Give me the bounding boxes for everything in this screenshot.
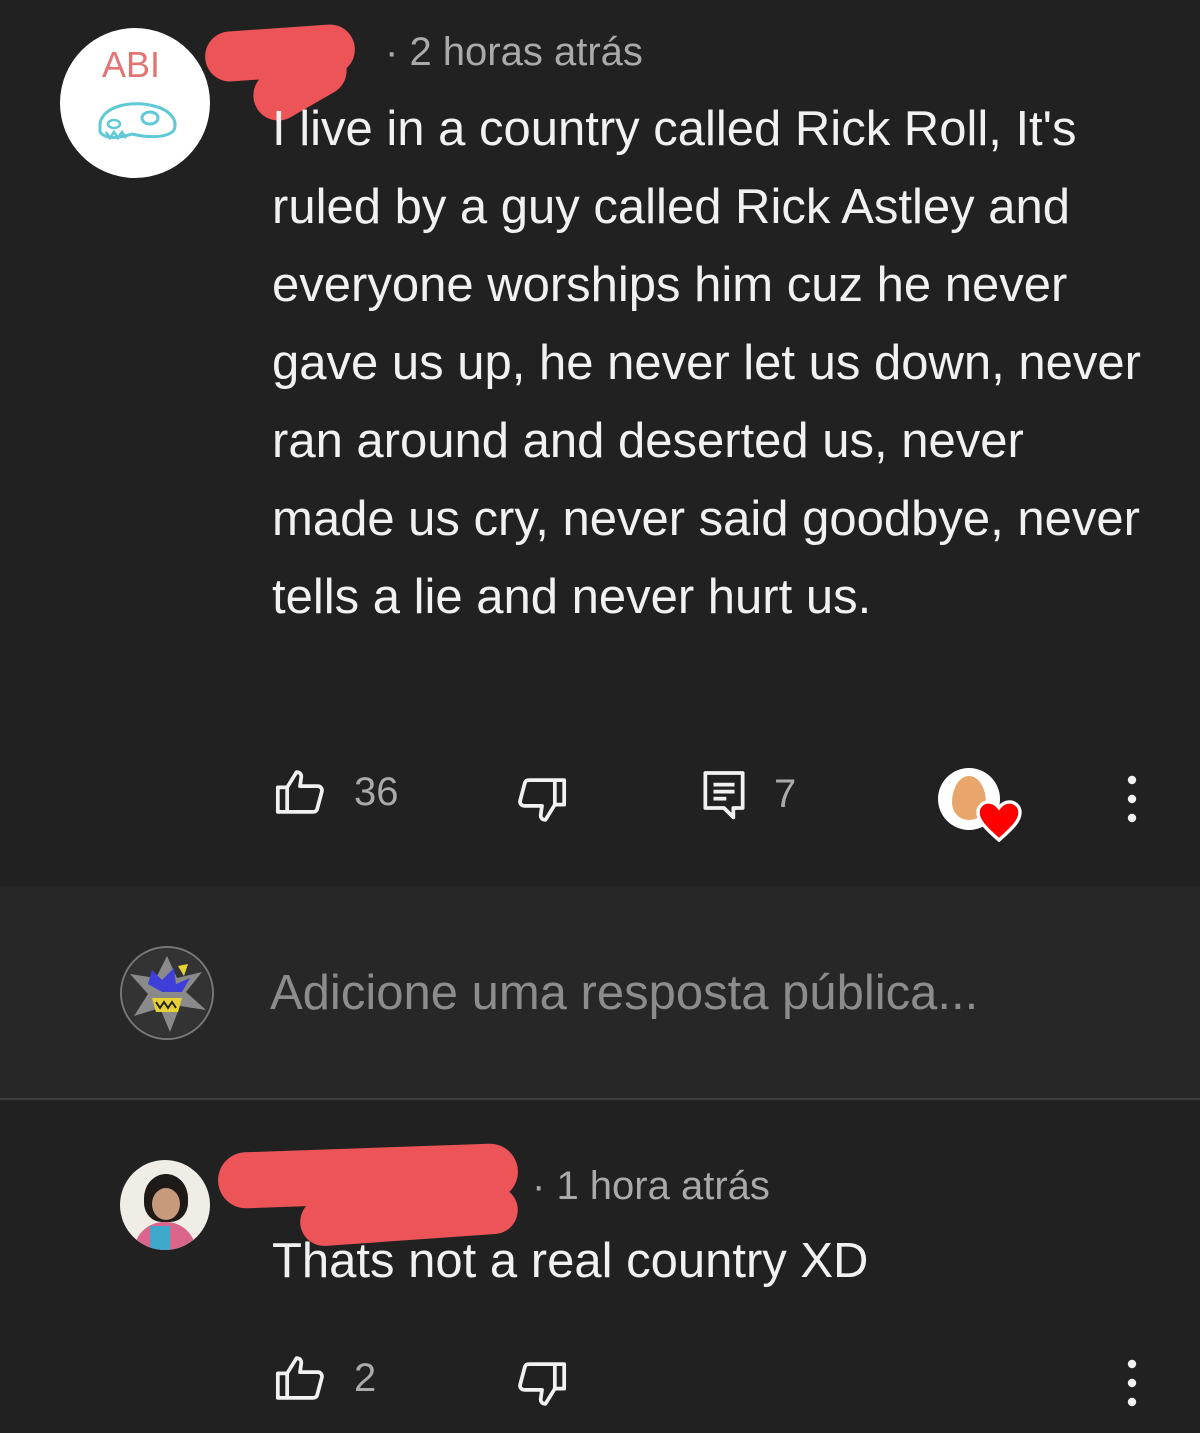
thumbs-down-icon bbox=[514, 772, 570, 828]
comment-timestamp: · 2 horas atrás bbox=[385, 30, 643, 74]
replies-button[interactable]: 7 bbox=[700, 766, 796, 822]
thumbs-down-icon bbox=[514, 1356, 570, 1412]
current-user-avatar bbox=[120, 946, 214, 1040]
dinosaur-skull-icon bbox=[98, 102, 177, 141]
reply-count: 7 bbox=[774, 771, 797, 816]
thumbs-up-icon bbox=[272, 764, 328, 820]
thumbs-up-icon bbox=[272, 1350, 328, 1406]
reply-like-button[interactable]: 2 bbox=[272, 1350, 376, 1406]
creator-heart-badge bbox=[938, 768, 1030, 844]
reply-text: Thats not a real country XD bbox=[272, 1234, 869, 1288]
replier-avatar[interactable] bbox=[120, 1160, 210, 1250]
more-options-button[interactable] bbox=[1110, 774, 1154, 826]
like-count: 36 bbox=[354, 769, 399, 814]
like-button[interactable]: 36 bbox=[272, 764, 399, 820]
comment-thread: ABI · 2 horas atrás I live in a country … bbox=[0, 0, 1200, 886]
reply-comment: · 1 hora atrás Thats not a real country … bbox=[0, 1100, 1200, 1433]
creator-heart-icon bbox=[976, 800, 1022, 842]
avatar-label: ABI bbox=[102, 44, 161, 85]
reply-like-count: 2 bbox=[354, 1355, 377, 1400]
more-vert-icon bbox=[1127, 775, 1137, 823]
reply-input[interactable] bbox=[270, 958, 1150, 1028]
reply-timestamp: · 1 hora atrás bbox=[532, 1164, 770, 1208]
reply-icon bbox=[700, 766, 748, 822]
dislike-button[interactable] bbox=[514, 772, 570, 828]
spiky-monster-icon bbox=[123, 949, 211, 1037]
comment-text: I live in a country called Rick Roll, It… bbox=[272, 102, 1141, 624]
reply-more-options-button[interactable] bbox=[1110, 1358, 1154, 1410]
commenter-avatar[interactable]: ABI bbox=[60, 28, 210, 178]
person-photo-icon bbox=[120, 1160, 210, 1250]
reply-compose-bar bbox=[0, 886, 1200, 1100]
more-vert-icon bbox=[1127, 1359, 1137, 1407]
reply-dislike-button[interactable] bbox=[514, 1356, 570, 1412]
